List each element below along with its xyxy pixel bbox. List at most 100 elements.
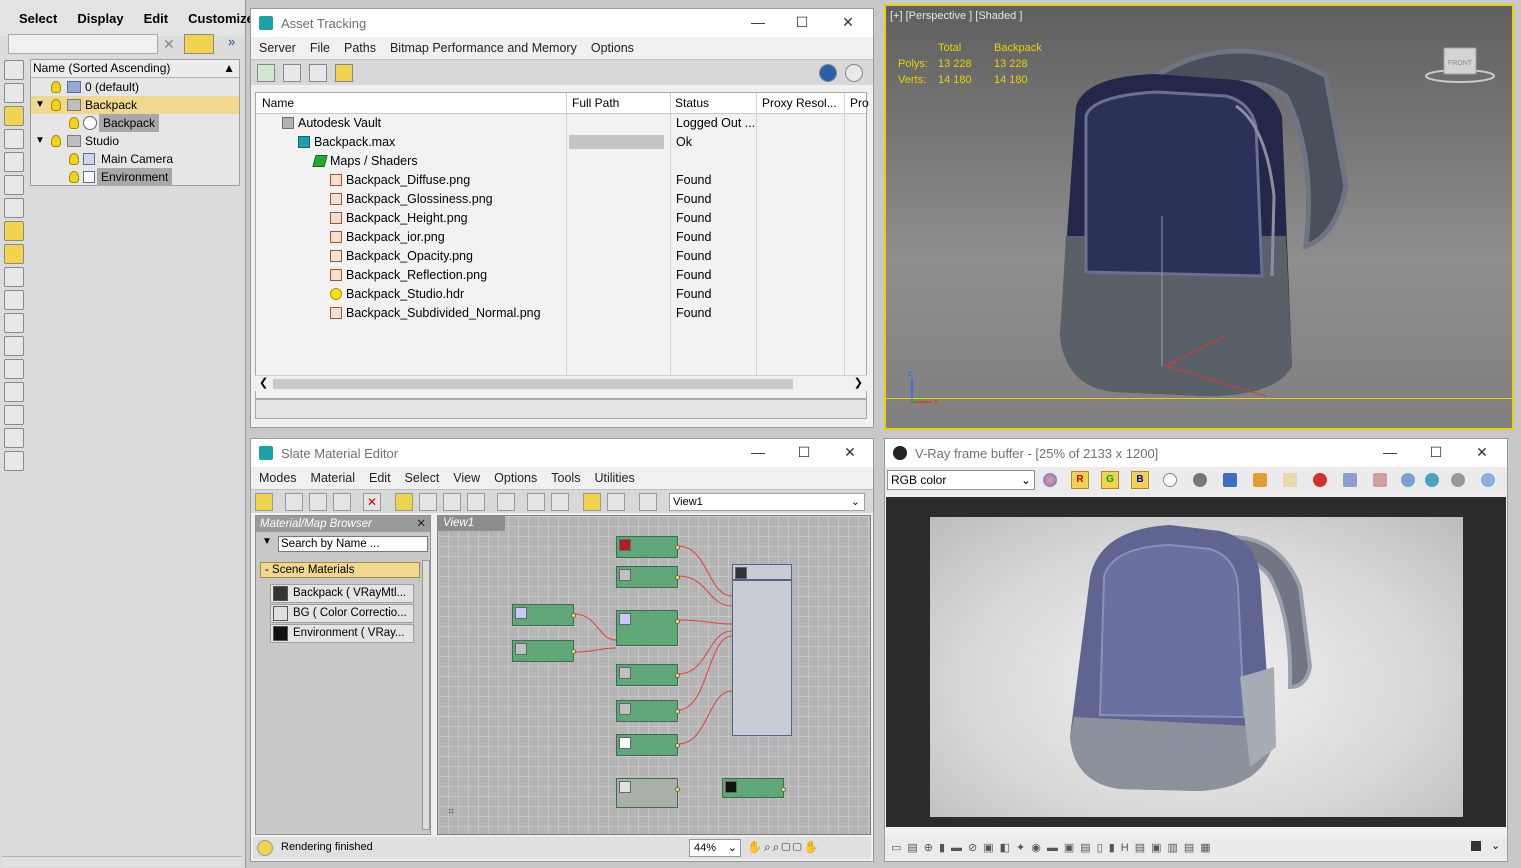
show-shaded-map-icon[interactable]	[443, 493, 461, 511]
list-view-icon[interactable]	[283, 64, 301, 82]
menu-server[interactable]: Server	[259, 41, 296, 55]
node-bg-color-correction[interactable]	[616, 778, 680, 808]
move-children-icon[interactable]	[395, 493, 413, 511]
menu-select[interactable]: Select	[19, 11, 57, 26]
slate-titlebar[interactable]: Slate Material Editor — ☐ ✕	[251, 439, 873, 467]
delete-icon[interactable]: ✕	[363, 493, 381, 511]
help-icon[interactable]	[845, 64, 863, 82]
display-groups-icon[interactable]	[4, 221, 24, 241]
tree-row-environment[interactable]: Environment	[31, 168, 239, 186]
expand-arrow-icon[interactable]: ▼	[35, 96, 45, 114]
history-icon[interactable]	[1471, 841, 1481, 851]
display-hidden-icon[interactable]	[4, 359, 24, 379]
viewport-label[interactable]: [+] [Perspective ] [Shaded ]	[890, 10, 1022, 22]
browser-scrollbar[interactable]	[422, 560, 430, 830]
scene-materials-header[interactable]: - Scene Materials	[260, 562, 420, 578]
node-map-881-vraynormal[interactable]	[616, 610, 680, 646]
asset-row[interactable]: Backpack_ior.png Found	[256, 228, 866, 247]
table-view-icon[interactable]	[335, 64, 353, 82]
scroll-thumb[interactable]	[273, 379, 793, 389]
close-icon[interactable]: ✕	[841, 444, 859, 461]
asset-row[interactable]: Backpack_Height.png Found	[256, 209, 866, 228]
bulb-icon[interactable]	[69, 153, 79, 165]
load-image-icon[interactable]	[1253, 473, 1267, 487]
render-teapot-icon[interactable]	[257, 840, 273, 856]
bulb-icon[interactable]	[51, 99, 61, 111]
display-lights-icon[interactable]	[4, 129, 24, 149]
maximize-icon[interactable]: ☐	[1427, 444, 1445, 461]
scroll-left-icon[interactable]: ❮	[259, 376, 268, 389]
asset-status-field[interactable]	[255, 399, 867, 419]
rendered-image[interactable]	[930, 517, 1463, 817]
menu-view[interactable]: View	[453, 471, 480, 485]
track-mouse-icon[interactable]	[1343, 473, 1357, 487]
filter-icon[interactable]	[184, 34, 214, 54]
material-item-environment[interactable]: Environment ( VRay...	[270, 624, 414, 643]
scroll-right-icon[interactable]: ❯	[854, 376, 863, 389]
region-render-icon[interactable]	[1373, 473, 1387, 487]
view-tab[interactable]: View1	[437, 515, 505, 531]
node-environment-vrayhdri[interactable]	[722, 778, 786, 798]
help-search-icon[interactable]	[819, 64, 837, 82]
node-backpack-vraymtl[interactable]	[732, 564, 792, 736]
copy-to-max-icon[interactable]	[1283, 473, 1297, 487]
show-background-icon[interactable]	[467, 493, 485, 511]
material-item-backpack[interactable]: Backpack ( VRayMtl...	[270, 584, 414, 603]
put-to-scene-icon[interactable]	[309, 493, 327, 511]
menu-material[interactable]: Material	[311, 471, 355, 485]
material-map-browser-icon[interactable]	[583, 493, 601, 511]
explorer-scrollbar[interactable]	[2, 856, 242, 866]
node-map-885[interactable]	[616, 734, 680, 756]
options-dropdown-icon[interactable]: ▼	[262, 536, 272, 547]
bulb-icon[interactable]	[69, 117, 79, 129]
asset-row[interactable]: Maps / Shaders	[256, 152, 866, 171]
tree-column-header[interactable]: Name (Sorted Ascending) ▲	[31, 60, 239, 78]
browser-search-input[interactable]: Search by Name ...	[278, 536, 428, 552]
invert-display-icon[interactable]	[4, 405, 24, 425]
select-by-material-icon[interactable]	[639, 493, 657, 511]
bulb-icon[interactable]	[51, 135, 61, 147]
tree-row-backpack-object[interactable]: Backpack	[31, 114, 239, 132]
vfb-bottom-icons[interactable]: ▭▤⊕▮▬⊘▣◧✦◉▬▣▤▯▮H▤▣▥▤▦	[891, 841, 1217, 854]
save-image-icon[interactable]	[1223, 473, 1237, 487]
asset-row[interactable]: Backpack_Studio.hdr Found	[256, 285, 866, 304]
maximize-icon[interactable]: ☐	[793, 14, 811, 31]
render-area[interactable]	[886, 497, 1506, 827]
backpack-model[interactable]	[1036, 36, 1366, 406]
render-icon[interactable]	[1481, 473, 1495, 487]
hide-unused-slots-icon[interactable]	[419, 493, 437, 511]
tree-row-studio-layer[interactable]: ▼ Studio	[31, 132, 239, 150]
close-icon[interactable]: ✕	[416, 516, 426, 532]
clear-icon[interactable]: ✕	[163, 36, 175, 53]
display-frozen-icon[interactable]	[4, 336, 24, 356]
refresh-icon[interactable]	[257, 64, 275, 82]
display-xrefs-icon[interactable]	[4, 244, 24, 264]
node-view-canvas[interactable]: ⌗	[437, 515, 871, 835]
eyedropper-icon[interactable]	[285, 493, 303, 511]
menu-edit[interactable]: Edit	[369, 471, 391, 485]
filter-funnel-icon[interactable]	[4, 428, 24, 448]
menu-select[interactable]: Select	[405, 471, 440, 485]
node-map-880[interactable]	[616, 700, 680, 722]
blue-channel-button[interactable]: B	[1131, 471, 1149, 489]
menu-display[interactable]: Display	[77, 11, 123, 26]
display-shapes-icon[interactable]	[4, 106, 24, 126]
thumbnail-view-icon[interactable]	[309, 64, 327, 82]
col-full-path[interactable]: Full Path	[572, 96, 619, 110]
alpha-channel-icon[interactable]	[1163, 473, 1177, 487]
menu-edit[interactable]: Edit	[144, 11, 169, 26]
assign-to-selection-icon[interactable]	[333, 493, 351, 511]
expand-arrow-icon[interactable]: ▼	[35, 132, 45, 150]
vfb-titlebar[interactable]: V-Ray frame buffer - [25% of 2133 x 1200…	[885, 439, 1507, 467]
layout-children-icon[interactable]	[551, 493, 569, 511]
node-map-883[interactable]	[616, 664, 680, 686]
display-all-icon[interactable]	[4, 382, 24, 402]
tree-row-default-layer[interactable]: 0 (default)	[31, 78, 239, 96]
asset-row[interactable]: Backpack_Subdivided_Normal.png Found	[256, 304, 866, 323]
render-last-icon[interactable]	[1401, 473, 1415, 487]
close-icon[interactable]: ✕	[1473, 444, 1491, 461]
maximize-icon[interactable]: ☐	[795, 444, 813, 461]
display-bones-icon[interactable]	[4, 267, 24, 287]
asset-row[interactable]: Backpack_Reflection.png Found	[256, 266, 866, 285]
tree-row-main-camera[interactable]: Main Camera	[31, 150, 239, 168]
